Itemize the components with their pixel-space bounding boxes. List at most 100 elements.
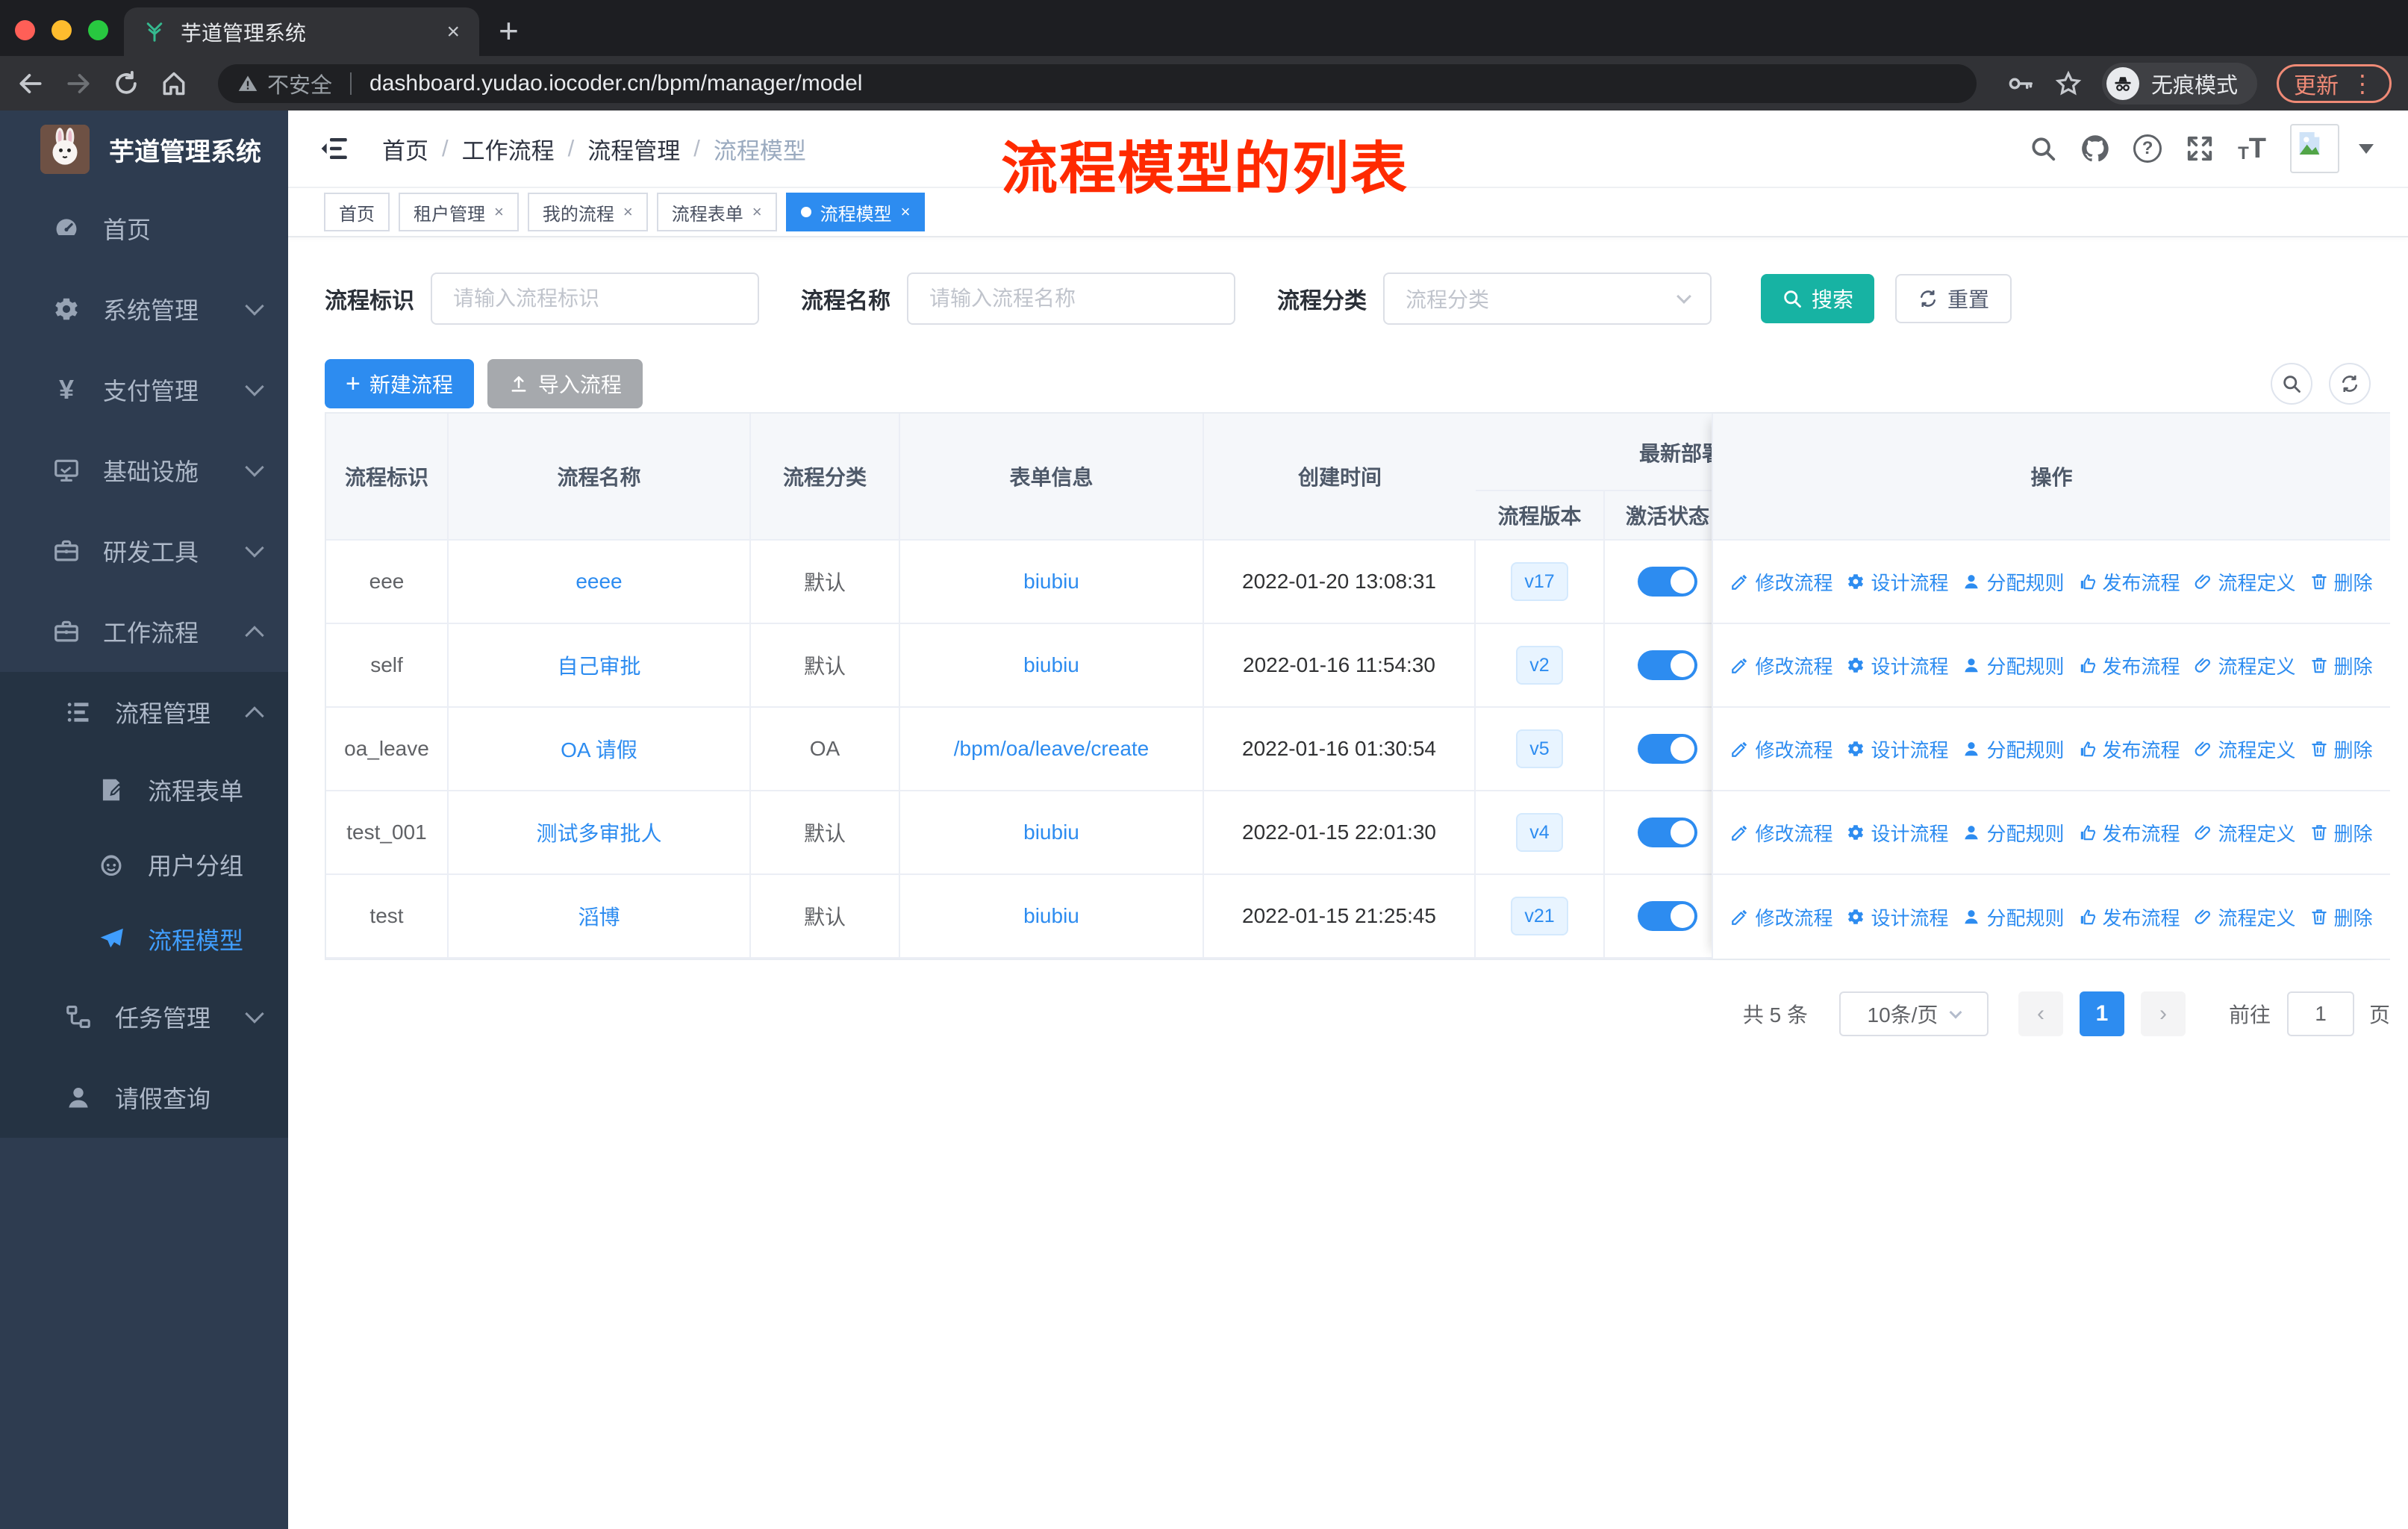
form-info-link[interactable]: biubiu <box>1023 820 1079 844</box>
form-info-link[interactable]: biubiu <box>1023 570 1079 594</box>
form-info-link[interactable]: biubiu <box>1023 904 1079 928</box>
sidebar-item-task-manage[interactable]: 任务管理 <box>0 977 288 1057</box>
process-category-select[interactable]: 流程分类 <box>1383 273 1712 325</box>
sidebar-item-user-group[interactable]: 用户分组 <box>0 827 288 902</box>
reload-icon[interactable] <box>112 69 140 98</box>
publish-process-link[interactable]: 发布流程 <box>2078 735 2180 763</box>
version-badge[interactable]: v5 <box>1516 729 1563 768</box>
sidebar-fold-icon[interactable] <box>319 133 351 164</box>
assign-rule-link[interactable]: 分配规则 <box>1962 735 2065 763</box>
version-badge[interactable]: v21 <box>1511 897 1568 935</box>
active-switch[interactable] <box>1638 901 1697 931</box>
page-1-button[interactable]: 1 <box>2079 991 2124 1036</box>
bookmark-star-icon[interactable] <box>2054 69 2083 98</box>
assign-rule-link[interactable]: 分配规则 <box>1962 652 2065 679</box>
sidebar-item-devtools[interactable]: 研发工具 <box>0 511 288 591</box>
breadcrumb-process-manage[interactable]: 流程管理 <box>587 132 680 166</box>
modify-process-link[interactable]: 修改流程 <box>1730 568 1832 596</box>
form-info-link[interactable]: biubiu <box>1023 653 1079 677</box>
publish-process-link[interactable]: 发布流程 <box>2078 568 2180 596</box>
password-key-icon[interactable] <box>2006 69 2035 98</box>
process-name-link[interactable]: eeee <box>576 570 622 594</box>
design-process-link[interactable]: 设计流程 <box>1846 903 1948 931</box>
close-icon[interactable]: × <box>623 202 633 222</box>
active-switch[interactable] <box>1638 734 1697 764</box>
address-bar[interactable]: 不安全 dashboard.yudao.iocoder.cn/bpm/manag… <box>218 63 1977 103</box>
new-tab-button[interactable]: + <box>499 10 519 51</box>
process-name-input[interactable] <box>907 273 1235 325</box>
sidebar-item-home[interactable]: 首页 <box>0 188 288 269</box>
tag-home[interactable]: 首页 <box>324 193 390 231</box>
process-name-link[interactable]: 滔博 <box>578 901 620 931</box>
window-close-button[interactable] <box>15 20 35 40</box>
modify-process-link[interactable]: 修改流程 <box>1730 819 1832 847</box>
import-process-button[interactable]: 导入流程 <box>487 359 643 408</box>
tag-process-model[interactable]: 流程模型 × <box>785 193 926 231</box>
sidebar-logo[interactable]: 芋道管理系统 <box>0 110 288 188</box>
process-definition-link[interactable]: 流程定义 <box>2194 819 2296 847</box>
design-process-link[interactable]: 设计流程 <box>1846 568 1948 596</box>
process-definition-link[interactable]: 流程定义 <box>2194 652 2296 679</box>
sidebar-item-system[interactable]: 系统管理 <box>0 269 288 349</box>
browser-menu-icon[interactable]: ⋮ <box>2351 72 2374 96</box>
close-icon[interactable]: × <box>752 202 762 222</box>
text-size-icon[interactable]: TT <box>2238 134 2266 163</box>
sidebar-item-workflow[interactable]: 工作流程 <box>0 591 288 672</box>
home-icon[interactable] <box>160 69 188 98</box>
tag-my-process[interactable]: 我的流程 × <box>527 193 648 231</box>
version-badge[interactable]: v17 <box>1511 562 1568 601</box>
fullscreen-icon[interactable] <box>2186 134 2214 163</box>
breadcrumb-home[interactable]: 首页 <box>382 132 428 166</box>
search-button[interactable]: 搜索 <box>1761 274 1875 323</box>
tag-process-form[interactable]: 流程表单 × <box>656 193 777 231</box>
sidebar-item-infra[interactable]: 基础设施 <box>0 430 288 511</box>
breadcrumb-workflow[interactable]: 工作流程 <box>462 132 555 166</box>
version-badge[interactable]: v4 <box>1516 813 1563 852</box>
create-process-button[interactable]: + 新建流程 <box>325 359 474 408</box>
active-switch[interactable] <box>1638 650 1697 680</box>
version-badge[interactable]: v2 <box>1516 646 1563 685</box>
delete-link[interactable]: 删除 <box>2309 819 2373 847</box>
active-switch[interactable] <box>1638 567 1697 597</box>
process-name-link[interactable]: 测试多审批人 <box>536 818 661 847</box>
window-minimize-button[interactable] <box>52 20 72 40</box>
process-id-input[interactable] <box>431 273 759 325</box>
close-icon[interactable]: × <box>901 202 911 222</box>
reset-button[interactable]: 重置 <box>1895 274 2012 323</box>
refresh-table-button[interactable] <box>2329 363 2371 405</box>
process-definition-link[interactable]: 流程定义 <box>2194 568 2296 596</box>
help-icon[interactable]: ? <box>2133 134 2162 163</box>
active-switch[interactable] <box>1638 818 1697 847</box>
prev-page-button[interactable]: ‹ <box>2018 991 2063 1036</box>
search-icon[interactable] <box>2029 134 2057 163</box>
github-icon[interactable] <box>2081 134 2109 163</box>
publish-process-link[interactable]: 发布流程 <box>2078 819 2180 847</box>
avatar[interactable] <box>2290 124 2339 173</box>
process-definition-link[interactable]: 流程定义 <box>2194 735 2296 763</box>
sidebar-item-process-form[interactable]: 流程表单 <box>0 753 288 827</box>
publish-process-link[interactable]: 发布流程 <box>2078 652 2180 679</box>
process-name-link[interactable]: 自己审批 <box>557 650 640 680</box>
delete-link[interactable]: 删除 <box>2309 568 2373 596</box>
assign-rule-link[interactable]: 分配规则 <box>1962 903 2065 931</box>
forward-icon[interactable] <box>64 69 93 98</box>
goto-page-input[interactable] <box>2286 991 2354 1036</box>
sidebar-item-leave-query[interactable]: 请假查询 <box>0 1057 288 1138</box>
assign-rule-link[interactable]: 分配规则 <box>1962 819 2065 847</box>
sidebar-item-payment[interactable]: ¥ 支付管理 <box>0 349 288 430</box>
design-process-link[interactable]: 设计流程 <box>1846 735 1948 763</box>
delete-link[interactable]: 删除 <box>2309 735 2373 763</box>
assign-rule-link[interactable]: 分配规则 <box>1962 568 2065 596</box>
design-process-link[interactable]: 设计流程 <box>1846 819 1948 847</box>
next-page-button[interactable]: › <box>2140 991 2186 1036</box>
process-definition-link[interactable]: 流程定义 <box>2194 903 2296 931</box>
modify-process-link[interactable]: 修改流程 <box>1730 735 1832 763</box>
tab-close-icon[interactable]: × <box>446 20 460 43</box>
delete-link[interactable]: 删除 <box>2309 652 2373 679</box>
browser-tab[interactable]: 芋道管理系统 × <box>124 7 479 56</box>
tag-tenant[interactable]: 租户管理 × <box>399 193 519 231</box>
avatar-caret-icon[interactable] <box>2359 143 2374 154</box>
toggle-search-button[interactable] <box>2271 363 2312 405</box>
process-name-link[interactable]: OA 请假 <box>561 734 637 764</box>
modify-process-link[interactable]: 修改流程 <box>1730 903 1832 931</box>
